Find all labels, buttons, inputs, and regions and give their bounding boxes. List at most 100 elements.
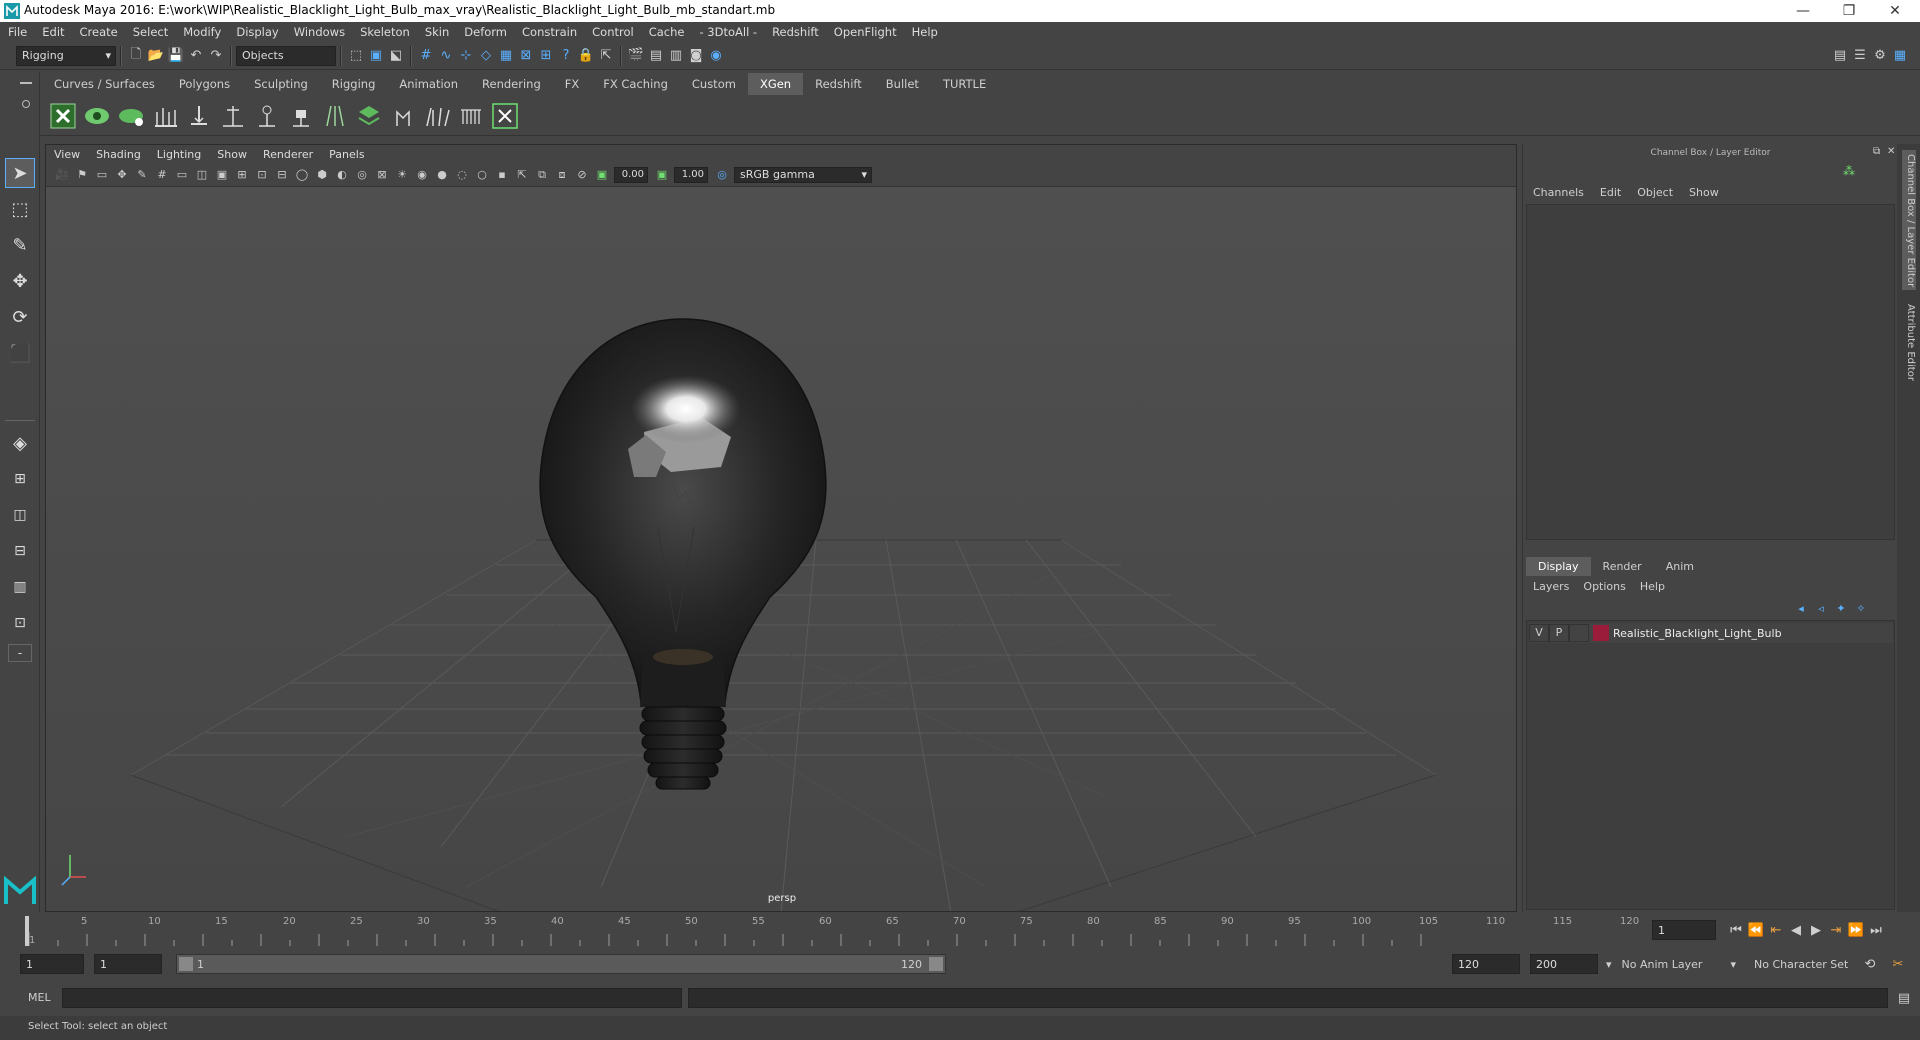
menu-select[interactable]: Select: [133, 25, 168, 39]
lasso-tool-icon[interactable]: ⬚: [5, 194, 35, 224]
menu-3dtoall[interactable]: - 3DtoAll -: [699, 25, 757, 39]
all-lights-icon[interactable]: ☀: [394, 167, 410, 183]
xgen-preview-icon[interactable]: [82, 100, 112, 132]
select-hierarchy-icon[interactable]: ⬚: [346, 46, 366, 66]
layer-color-swatch[interactable]: [1593, 625, 1609, 641]
tab-render[interactable]: Render: [1591, 557, 1654, 576]
xgen-editor-icon[interactable]: [48, 100, 78, 132]
tool-settings-icon[interactable]: ⚙: [1870, 46, 1890, 66]
channels-menu[interactable]: Channels: [1533, 186, 1584, 199]
new-layer-selected-icon[interactable]: ✧: [1853, 600, 1869, 616]
range-slider[interactable]: 1 120: [176, 954, 946, 974]
xgen-guide-display-icon[interactable]: [320, 100, 350, 132]
xgen-place-guide-icon[interactable]: [184, 100, 214, 132]
playback-end-field[interactable]: 120: [1452, 954, 1520, 974]
xgen-clump-icon[interactable]: [388, 100, 418, 132]
time-ruler[interactable]: 1 5 10 15 20 25 30 35 40 45 50 55 60 65 …: [25, 912, 1645, 946]
time-slider[interactable]: 1 5 10 15 20 25 30 35 40 45 50 55 60 65 …: [0, 912, 1920, 948]
more-layouts-icon[interactable]: -: [8, 644, 32, 662]
tab-channel-box[interactable]: Channel Box / Layer Editor: [1902, 150, 1916, 290]
xgen-cache-icon[interactable]: [490, 100, 520, 132]
tab-fx[interactable]: FX: [553, 73, 592, 95]
close-panel-icon[interactable]: ✕: [1887, 146, 1895, 157]
tab-custom[interactable]: Custom: [680, 73, 748, 95]
xgen-layer-icon[interactable]: [354, 100, 384, 132]
lock-icon[interactable]: 🔒: [576, 46, 596, 66]
animation-preferences-icon[interactable]: ✂: [1888, 954, 1908, 974]
open-scene-icon[interactable]: 📂: [146, 46, 166, 66]
backface-culling-icon[interactable]: ⊘: [574, 167, 590, 183]
menu-openflight[interactable]: OpenFlight: [834, 25, 897, 39]
step-back-icon[interactable]: ⏪: [1746, 920, 1766, 940]
tab-sculpting[interactable]: Sculpting: [242, 73, 320, 95]
animation-start-field[interactable]: 1: [20, 954, 84, 974]
play-backwards-icon[interactable]: ◀: [1786, 920, 1806, 940]
ipr-render-icon[interactable]: ▤: [646, 46, 666, 66]
command-input[interactable]: [62, 988, 682, 1008]
view-transform-dropdown[interactable]: sRGB gamma ▾: [734, 166, 872, 183]
camera-attributes-icon[interactable]: 🎥: [54, 167, 70, 183]
gamma-icon[interactable]: ▣: [654, 167, 670, 183]
image-plane-icon[interactable]: ▭: [94, 167, 110, 183]
menu-windows[interactable]: Windows: [294, 25, 345, 39]
object-menu[interactable]: Object: [1637, 186, 1673, 199]
menuset-dropdown[interactable]: Rigging ▾: [16, 45, 116, 66]
playback-start-field[interactable]: 1: [94, 954, 162, 974]
step-forward-key-icon[interactable]: ⇥: [1826, 920, 1846, 940]
edit-menu[interactable]: Edit: [1600, 186, 1621, 199]
tab-fx-caching[interactable]: FX Caching: [591, 73, 680, 95]
panel-menu-view[interactable]: View: [54, 148, 80, 161]
exposure-field[interactable]: 0.00: [614, 166, 648, 183]
channel-box-toggle-icon[interactable]: ▦: [1890, 46, 1910, 66]
undo-icon[interactable]: ↶: [186, 46, 206, 66]
render-settings-icon[interactable]: ▥: [666, 46, 686, 66]
panel-menu-shading[interactable]: Shading: [96, 148, 141, 161]
camera-bookmark-icon[interactable]: ⚑: [74, 167, 90, 183]
animation-end-field[interactable]: 200: [1530, 954, 1598, 974]
menu-control[interactable]: Control: [592, 25, 634, 39]
xgen-comb-icon[interactable]: [456, 100, 486, 132]
save-scene-icon[interactable]: 💾: [166, 46, 186, 66]
help-menu[interactable]: Help: [1640, 580, 1665, 593]
snap-curve-icon[interactable]: ∿: [436, 46, 456, 66]
side-by-side-layout-icon[interactable]: ◫: [5, 500, 35, 530]
channel-list[interactable]: [1526, 204, 1895, 540]
wireframe-icon[interactable]: ◯: [294, 167, 310, 183]
use-default-material-icon[interactable]: ⊠: [374, 167, 390, 183]
grid-toggle-icon[interactable]: #: [154, 167, 170, 183]
tab-rendering[interactable]: Rendering: [470, 73, 553, 95]
snap-live-icon[interactable]: ⊠: [516, 46, 536, 66]
hypershade-layout-icon[interactable]: ⊡: [5, 608, 35, 638]
persp-graph-layout-icon[interactable]: ⊟: [5, 536, 35, 566]
depth-of-field-icon[interactable]: ▪: [494, 167, 510, 183]
tab-redshift[interactable]: Redshift: [803, 73, 874, 95]
layer-display-type[interactable]: [1569, 624, 1589, 642]
tab-anim[interactable]: Anim: [1654, 557, 1706, 576]
color-management-icon[interactable]: ◎: [714, 167, 730, 183]
tab-xgen[interactable]: XGen: [747, 73, 804, 95]
snap-surface-icon[interactable]: ▦: [496, 46, 516, 66]
menu-skeleton[interactable]: Skeleton: [360, 25, 410, 39]
menu-file[interactable]: File: [8, 25, 27, 39]
range-end-handle[interactable]: [929, 957, 943, 971]
selection-mode-dropdown[interactable]: Objects: [236, 45, 336, 66]
render-view-icon[interactable]: ◉: [706, 46, 726, 66]
select-object-icon[interactable]: ▣: [366, 46, 386, 66]
hypershade-icon[interactable]: ◙: [686, 46, 706, 66]
move-layer-down-icon[interactable]: ◃: [1813, 600, 1829, 616]
restore-button[interactable]: ❐: [1826, 0, 1872, 22]
safe-title-icon[interactable]: ⊟: [274, 167, 290, 183]
xgen-select-guide-icon[interactable]: [252, 100, 282, 132]
tab-polygons[interactable]: Polygons: [167, 73, 242, 95]
smooth-shade-icon[interactable]: ⬢: [314, 167, 330, 183]
auto-key-icon[interactable]: ⟲: [1860, 954, 1880, 974]
scale-tool-icon[interactable]: ⬛: [5, 338, 35, 368]
tab-display[interactable]: Display: [1526, 556, 1591, 576]
tab-bullet[interactable]: Bullet: [874, 73, 931, 95]
move-layer-up-icon[interactable]: ◂: [1793, 600, 1809, 616]
float-panel-icon[interactable]: ⧉: [1873, 146, 1880, 157]
menu-cache[interactable]: Cache: [649, 25, 685, 39]
snap-view-icon[interactable]: ◇: [476, 46, 496, 66]
history-icon[interactable]: ?: [556, 46, 576, 66]
tab-animation[interactable]: Animation: [387, 73, 470, 95]
